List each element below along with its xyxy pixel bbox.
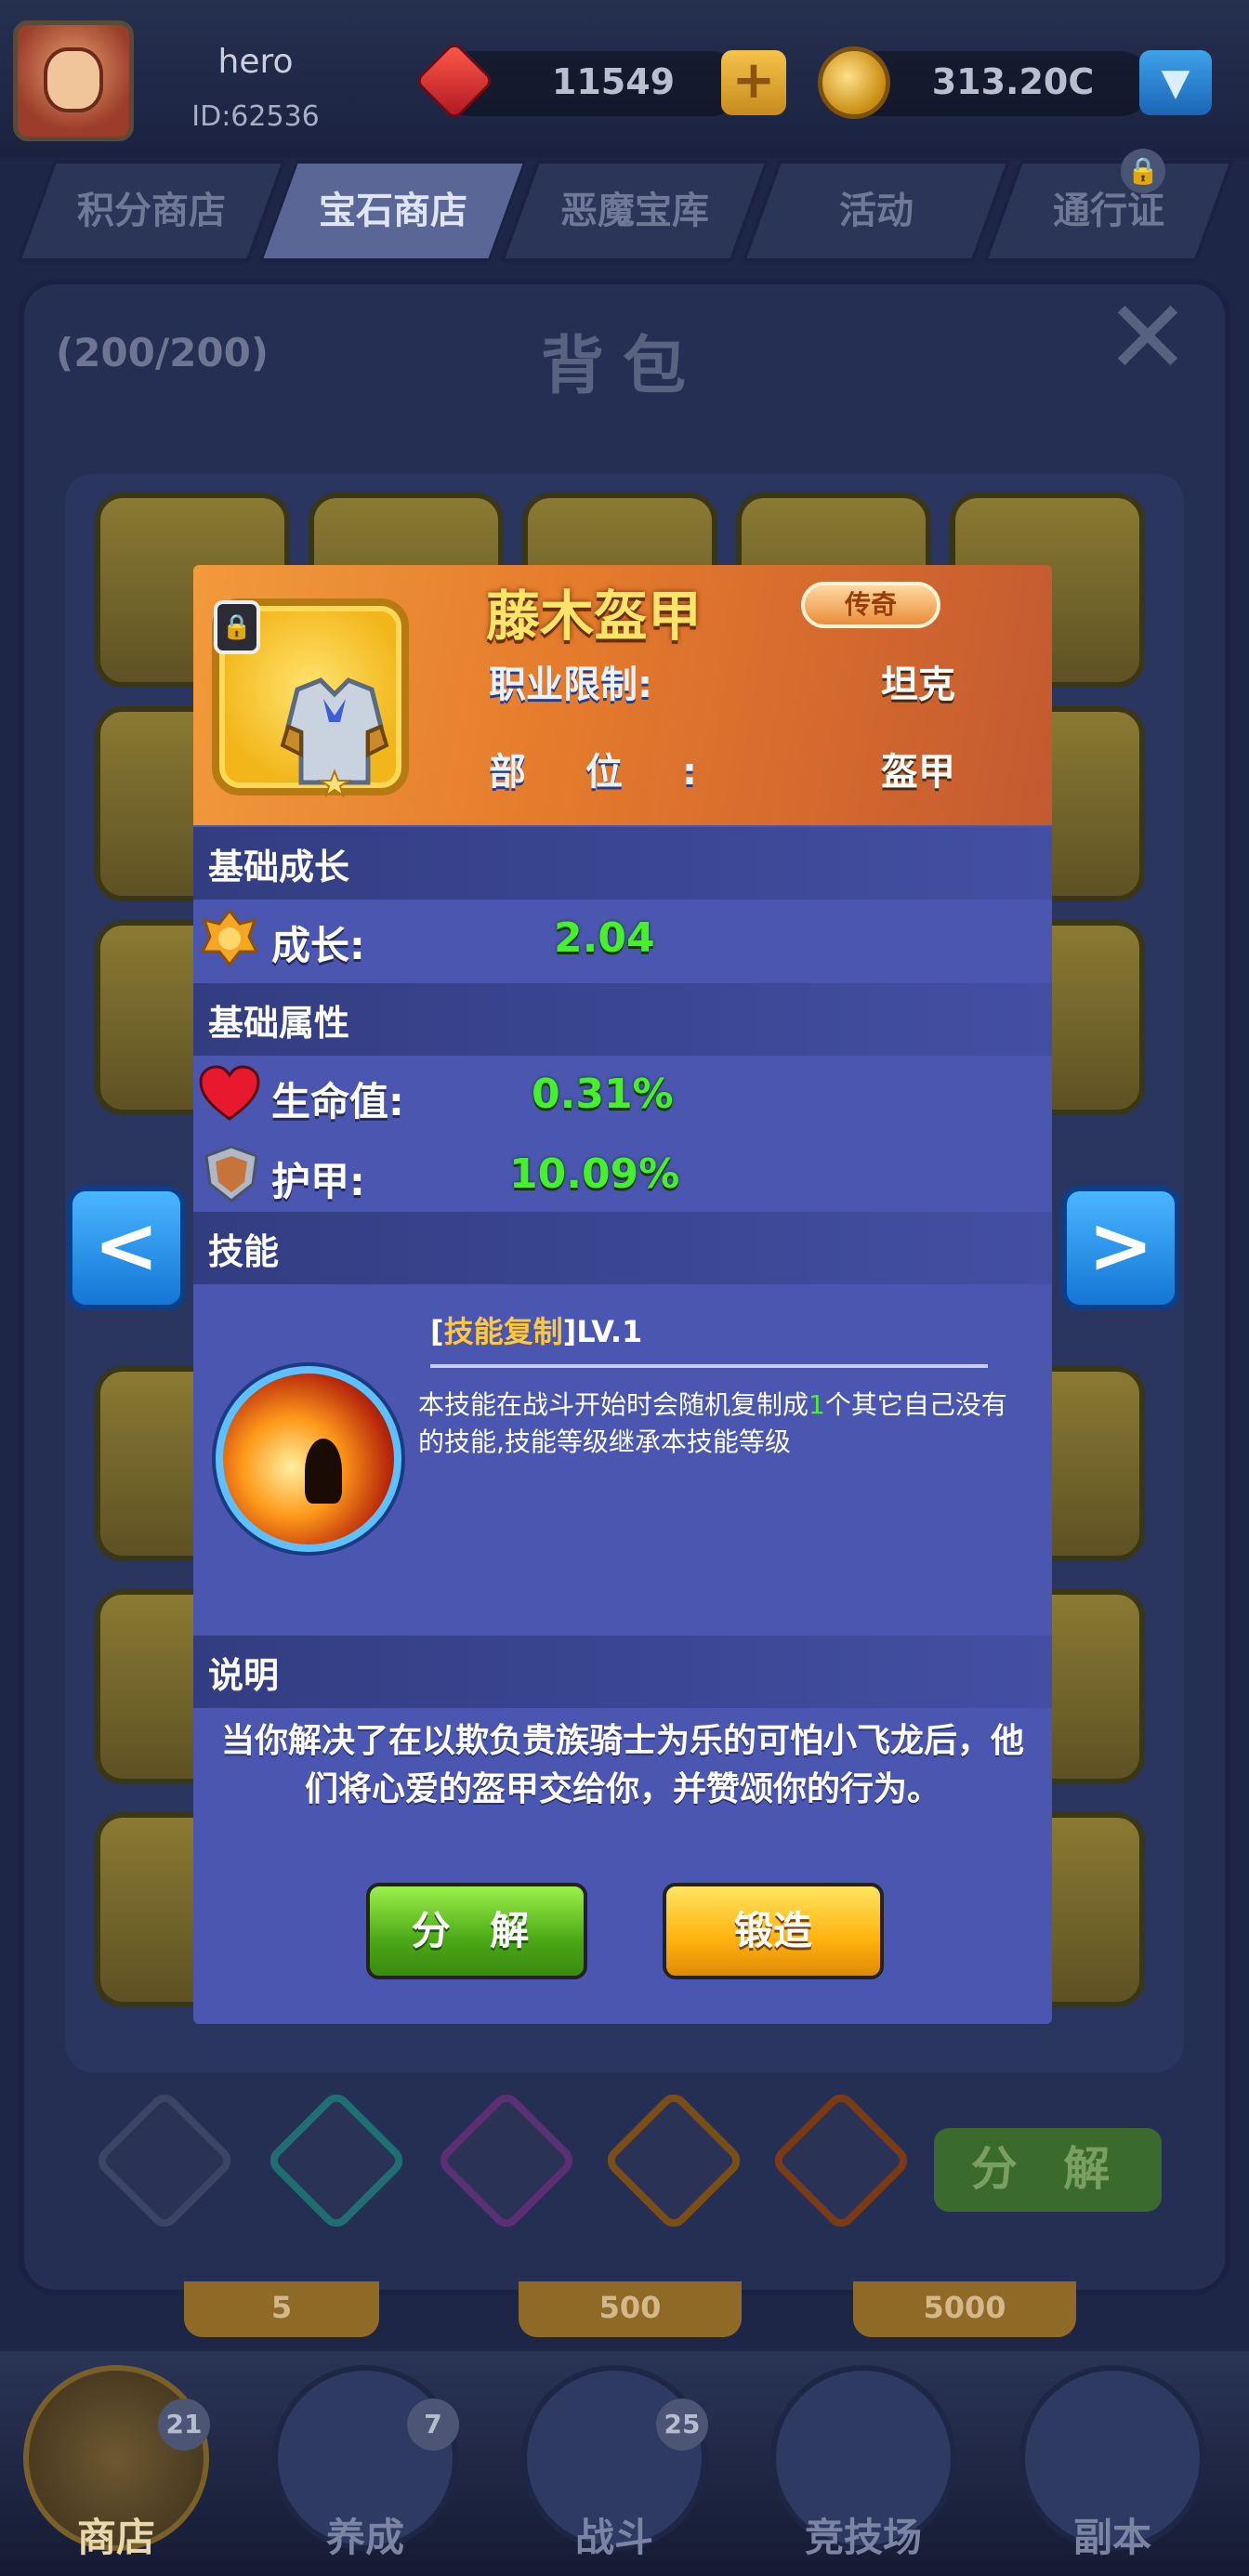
tab-points-shop[interactable]: 积分商店 xyxy=(16,160,287,262)
section-description: 说明 xyxy=(193,1636,1052,1708)
price-tag: 500 xyxy=(519,2281,742,2337)
skill-title: [技能复制]LV.1 xyxy=(430,1314,643,1349)
growth-label: 成长: xyxy=(271,923,365,968)
section-skill: 技能 xyxy=(193,1212,1052,1284)
player-avatar[interactable] xyxy=(13,20,134,141)
tab-events[interactable]: 活动 xyxy=(741,160,1012,262)
forge-button[interactable]: 锻造 xyxy=(663,1883,884,1979)
tab-demon-vault[interactable]: 恶魔宝库 xyxy=(499,160,770,262)
decompose-all-button[interactable]: 分 解 xyxy=(934,2128,1162,2212)
section-growth: 基础成长 xyxy=(193,827,1052,900)
coin-count: 313.20C xyxy=(931,61,1095,102)
nav-dungeon[interactable]: 副本 xyxy=(1006,2365,1219,2574)
armor-shield-icon xyxy=(204,1145,258,1203)
nav-badge: 7 xyxy=(407,2399,459,2451)
divider xyxy=(430,1364,988,1368)
decompose-button[interactable]: 分 解 xyxy=(366,1883,587,1979)
hp-value: 0.31% xyxy=(532,1071,674,1118)
player-name: hero xyxy=(217,43,294,81)
growth-icon xyxy=(200,908,259,967)
growth-value: 2.04 xyxy=(554,914,655,962)
price-tag: 5 xyxy=(184,2281,379,2337)
dropdown-button[interactable]: ▼ xyxy=(1139,50,1212,115)
lock-icon: 🔒 xyxy=(1121,149,1165,193)
shop-tabs: 积分商店 宝石商店 恶魔宝库 活动 通行证 xyxy=(16,160,1235,262)
equip-slot-value: 盔甲 xyxy=(881,751,955,794)
price-tag: 5000 xyxy=(853,2281,1076,2337)
skill-name: 技能复制 xyxy=(443,1314,563,1349)
lock-icon[interactable]: 🔒 xyxy=(214,600,260,654)
item-lore-text: 当你解决了在以欺负贵族骑士为乐的可怕小飞龙后，他们将心爱的盔甲交给你，并赞颂你的… xyxy=(221,1722,1025,1808)
skill-description: 本技能在战斗开始时会随机复制成1个其它自己没有的技能,技能等级继承本技能等级 xyxy=(418,1389,1007,1457)
prev-item-button[interactable]: < xyxy=(67,1186,186,1310)
heart-icon xyxy=(199,1065,260,1121)
add-gems-button[interactable]: + xyxy=(721,50,786,115)
armor-value: 10.09% xyxy=(509,1150,680,1198)
item-name: 藤木盔甲 xyxy=(486,585,703,648)
close-icon[interactable]: ✕ xyxy=(1101,286,1194,388)
class-restriction-label: 职业限制: xyxy=(489,664,652,706)
next-item-button[interactable]: > xyxy=(1061,1186,1180,1310)
section-attributes: 基础属性 xyxy=(193,983,1052,1056)
coin-icon xyxy=(818,46,890,119)
nav-shop[interactable]: 21 商店 xyxy=(9,2365,223,2574)
tab-gem-shop[interactable]: 宝石商店 xyxy=(257,160,529,262)
class-restriction-value: 坦克 xyxy=(881,664,955,706)
gem-count: 11549 xyxy=(551,61,676,102)
nav-upgrade[interactable]: 7 养成 xyxy=(258,2365,472,2574)
nav-badge: 21 xyxy=(158,2399,210,2451)
tab-pass[interactable]: 通行证 xyxy=(982,160,1235,262)
player-id: ID:62536 xyxy=(191,100,320,133)
silhouette-icon xyxy=(305,1439,342,1504)
nav-arena[interactable]: 竞技场 xyxy=(756,2365,970,2574)
nav-battle[interactable]: 25 战斗 xyxy=(507,2365,721,2574)
item-detail-modal: 🔒 藤木盔甲 传奇 职业限制: 坦克 部位: 盔甲 基础成长 成长: 2.04 … xyxy=(193,565,1052,2024)
rarity-badge: 传奇 xyxy=(801,582,940,628)
armor-label: 护甲: xyxy=(271,1159,365,1204)
nav-badge: 25 xyxy=(656,2399,708,2451)
bag-title: 背包 xyxy=(540,330,704,403)
equip-slot-label: 部位: xyxy=(489,751,756,794)
bag-capacity: (200/200) xyxy=(56,330,270,375)
hp-label: 生命值: xyxy=(271,1079,404,1124)
armor-icon xyxy=(280,677,389,798)
